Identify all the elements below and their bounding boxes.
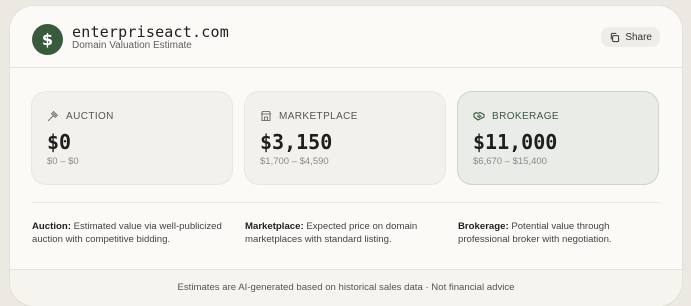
handshake-icon xyxy=(473,111,485,121)
tile-header: AUCTION xyxy=(47,110,114,122)
description-term: Auction: xyxy=(32,221,71,232)
copy-icon xyxy=(611,32,620,42)
share-label: Share xyxy=(625,31,652,43)
tile-range: $1,700 – $4,590 xyxy=(260,156,329,167)
tile-label: AUCTION xyxy=(66,110,114,122)
tile-header: BROKERAGE xyxy=(473,110,559,122)
description-marketplace: Marketplace: Expected price on domain ma… xyxy=(245,220,445,246)
tile-value: $3,150 xyxy=(260,130,333,154)
tile-value: $0 xyxy=(47,130,72,154)
tile-brokerage: BROKERAGE $11,000 $6,670 – $15,400 xyxy=(458,92,658,184)
valuation-card: $ enterpriseact.com Domain Valuation Est… xyxy=(10,6,682,306)
page-subtitle: Domain Valuation Estimate xyxy=(72,40,192,51)
tile-label: BROKERAGE xyxy=(492,110,559,122)
tile-auction: AUCTION $0 $0 – $0 xyxy=(32,92,232,184)
disclaimer-text: Estimates are AI-generated based on hist… xyxy=(177,282,515,293)
tile-label: MARKETPLACE xyxy=(279,110,358,122)
section-divider xyxy=(32,202,660,203)
description-term: Brokerage: xyxy=(458,221,509,232)
tile-marketplace: MARKETPLACE $3,150 $1,700 – $4,590 xyxy=(245,92,445,184)
tile-header: MARKETPLACE xyxy=(260,110,358,122)
description-term: Marketplace: xyxy=(245,221,304,232)
share-button[interactable]: Share xyxy=(601,27,660,47)
tile-range: $6,670 – $15,400 xyxy=(473,156,547,167)
tile-value: $11,000 xyxy=(473,130,558,154)
description-auction: Auction: Estimated value via well-public… xyxy=(32,220,232,246)
card-header: $ enterpriseact.com Domain Valuation Est… xyxy=(10,6,682,68)
description-brokerage: Brokerage: Potential value through profe… xyxy=(458,220,658,246)
tile-range: $0 – $0 xyxy=(47,156,79,167)
domain-name: enterpriseact.com xyxy=(72,23,229,41)
store-icon xyxy=(260,110,272,122)
dollar-logo-icon: $ xyxy=(32,24,63,55)
disclaimer-footer: Estimates are AI-generated based on hist… xyxy=(10,269,682,306)
gavel-icon xyxy=(47,110,59,122)
